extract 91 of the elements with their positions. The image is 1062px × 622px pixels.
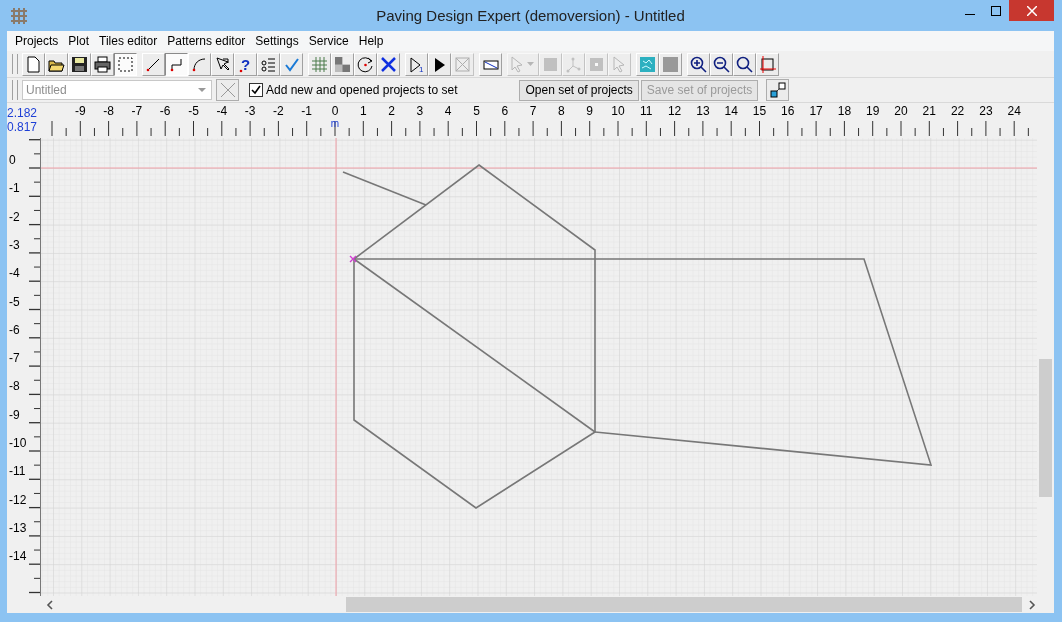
resize-squares-icon: [768, 81, 787, 99]
caret-icon: [527, 62, 534, 66]
menu-item[interactable]: Tiles editor: [94, 34, 163, 48]
ruler-label: -8: [103, 104, 114, 118]
ruler-label: 12: [667, 104, 682, 118]
checkbox-label: Add new and opened projects to set: [266, 83, 458, 97]
ruler-label: -3: [9, 237, 20, 252]
crossed-box-icon: [453, 54, 472, 74]
frame-icon: [758, 54, 777, 74]
menu-item[interactable]: Projects: [10, 34, 64, 48]
ruler-label: -9: [9, 407, 20, 422]
toolbar-button[interactable]: ?: [234, 52, 257, 76]
ruler-label: -7: [131, 104, 143, 118]
dropdown-arrow-icon: [198, 88, 206, 92]
menu-item[interactable]: Patterns editor: [162, 34, 251, 48]
search-icon: [735, 54, 754, 74]
ruler-label: 0: [9, 153, 16, 167]
menu-item[interactable]: Plot: [63, 34, 95, 48]
ruler-label: -2: [9, 209, 20, 224]
window-title: Paving Design Expert (demoversion) - Untitled: [375, 7, 686, 24]
ruler-label: -12: [9, 492, 27, 507]
ruler-label: -4: [9, 266, 20, 281]
ruler-label: 21: [922, 104, 936, 118]
ruler-label: -5: [9, 294, 20, 309]
ruler-label: 23: [979, 104, 993, 118]
rotate-icon: [356, 54, 375, 74]
ruler-label: -6: [159, 104, 171, 118]
ruler-label: 11: [640, 104, 653, 118]
ruler-label: -10: [9, 436, 27, 450]
close-button[interactable]: [1009, 0, 1054, 21]
ruler-label: -14: [9, 549, 27, 564]
ruler-label: -4: [216, 104, 228, 118]
ruler-label: 0: [331, 104, 339, 118]
ruler-label: 19: [866, 104, 880, 118]
ruler-label: 13: [696, 104, 710, 118]
y-coordinate: 0.817: [7, 120, 39, 134]
ruler-label: -1: [9, 181, 20, 196]
ruler-label: 4: [444, 104, 452, 118]
ruler-label: 14: [724, 104, 738, 118]
ruler-label: -8: [9, 379, 20, 394]
zoom-out-icon: [712, 54, 731, 74]
ruler-label: 10: [611, 104, 625, 118]
texture-icon: [638, 54, 657, 74]
ruler-label: 3: [416, 104, 424, 118]
ruler-label: 16: [781, 104, 795, 118]
printer-icon: [93, 54, 112, 74]
tile-grid-icon: [310, 54, 329, 74]
ruler-label: 17: [809, 104, 823, 118]
ruler-label: 5: [473, 104, 480, 118]
zoom-in-icon: [689, 54, 708, 74]
checkmark-icon: [251, 85, 261, 95]
app-icon: [9, 6, 29, 26]
ruler-label: 9: [586, 104, 594, 118]
toolbar-button[interactable]: [766, 79, 790, 101]
menu-item[interactable]: Help: [353, 34, 389, 48]
maximize-icon: [991, 5, 1001, 16]
ruler-label: -5: [188, 104, 199, 118]
ruler-label: -1: [301, 104, 313, 118]
ruler-label: 22: [950, 104, 965, 118]
ruler-label: 20: [894, 104, 908, 118]
x-coordinate: 2.182: [7, 106, 39, 120]
ruler-label: 8: [558, 104, 565, 118]
checkerboard-icon: [333, 54, 352, 74]
ruler-label: 24: [1007, 104, 1021, 118]
ruler-label: 18: [837, 104, 852, 118]
menu-item[interactable]: Service: [303, 34, 354, 48]
ruler-label: -7: [9, 351, 20, 366]
minimize-icon: [965, 13, 975, 15]
checkbox[interactable]: [249, 83, 263, 97]
cross-marker-icon: [349, 255, 357, 263]
unit-label: m: [330, 118, 340, 129]
ruler-label: -9: [74, 104, 86, 118]
ruler-label: 15: [752, 104, 767, 118]
menu-item[interactable]: Settings: [250, 34, 304, 48]
ruler-label: 6: [501, 104, 509, 118]
ruler-label: -2: [273, 104, 284, 118]
dashed-rectangle-icon: [116, 54, 135, 74]
ruler-label: -13: [9, 520, 27, 535]
ruler-label: 2: [388, 104, 395, 118]
close-icon: [1026, 5, 1037, 16]
square-swatch-icon: [661, 54, 680, 74]
ruler-label: -11: [9, 464, 26, 479]
ruler-label: 7: [529, 104, 537, 118]
delete-icon: [379, 54, 398, 74]
set-button[interactable]: Open set of projects: [519, 79, 639, 101]
toolbar-button[interactable]: 1: [405, 52, 428, 76]
ruler-label: 1: [359, 104, 367, 118]
close-icon: [219, 82, 236, 98]
page-icon: [24, 54, 43, 74]
ruler-label: -3: [244, 104, 256, 118]
ruler-label: -6: [9, 322, 20, 337]
